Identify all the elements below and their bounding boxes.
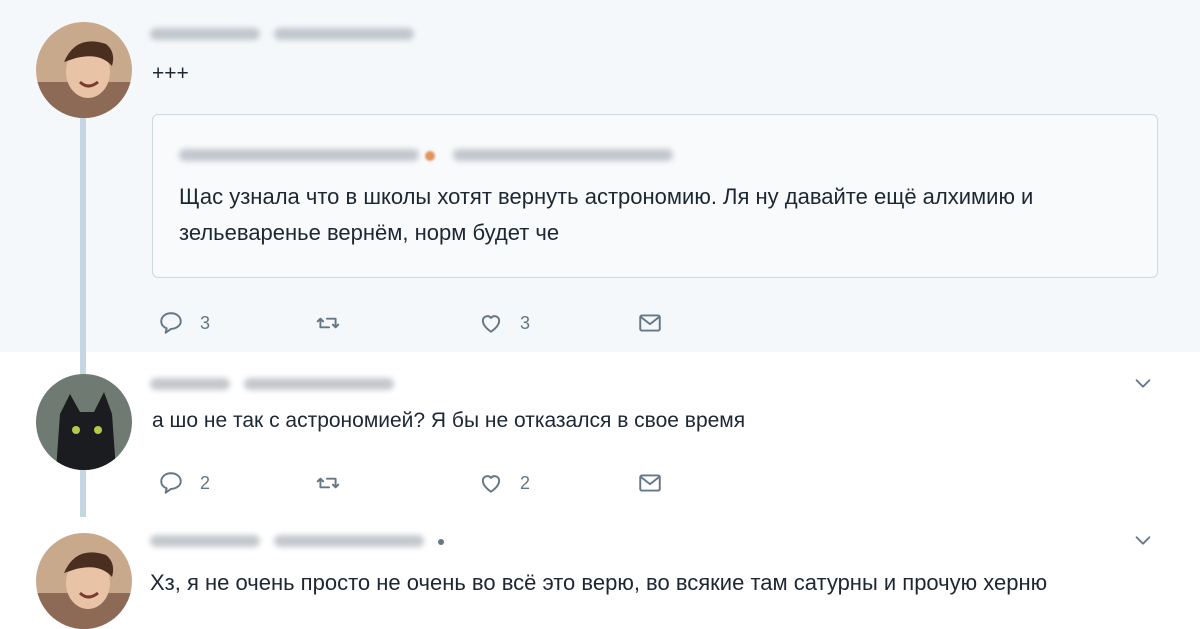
retweet-icon	[316, 317, 340, 329]
quoted-username-blurred	[179, 149, 419, 161]
emoji-icon	[425, 151, 435, 161]
tweet-text: Хз, я не очень просто не очень во всё эт…	[150, 570, 1048, 595]
envelope-icon	[639, 474, 661, 492]
chevron-down-icon[interactable]	[1132, 372, 1154, 394]
like-count: 3	[520, 312, 531, 333]
retweet-button[interactable]	[315, 310, 341, 336]
tweet-3[interactable]: Хз, я не очень просто не очень во всё эт…	[0, 517, 1200, 629]
username-blurred[interactable]	[150, 28, 260, 40]
handle-blurred[interactable]	[244, 378, 394, 390]
reply-icon	[160, 472, 182, 494]
reply-count: 2	[200, 472, 211, 493]
reply-button[interactable]: 2	[158, 470, 210, 496]
like-button[interactable]: 2	[478, 470, 530, 496]
quoted-tweet[interactable]: Щас узнала что в школы хотят вернуть аст…	[152, 114, 1158, 278]
quoted-handle-blurred	[453, 149, 673, 161]
retweet-icon	[316, 477, 340, 489]
avatar[interactable]	[36, 374, 132, 470]
retweet-button[interactable]	[315, 470, 341, 496]
reply-button[interactable]: 3	[158, 310, 210, 336]
dm-button[interactable]	[637, 310, 663, 336]
tweet-text: +++	[152, 62, 189, 85]
handle-blurred[interactable]	[274, 28, 414, 40]
thread-line	[80, 112, 86, 352]
tweet-text: а шо не так с астрономией? Я бы не отказ…	[152, 409, 746, 432]
separator-dot	[438, 539, 444, 545]
reply-count: 3	[200, 312, 211, 333]
heart-icon	[481, 475, 501, 493]
like-count: 2	[520, 472, 531, 493]
username-blurred[interactable]	[150, 535, 260, 547]
tweet-2[interactable]: а шо не так с астрономией? Я бы не отказ…	[0, 352, 1200, 517]
quoted-tweet-text: Щас узнала что в школы хотят вернуть аст…	[179, 184, 1034, 245]
reply-icon	[160, 312, 182, 334]
like-button[interactable]: 3	[478, 310, 530, 336]
dm-button[interactable]	[637, 470, 663, 496]
avatar[interactable]	[36, 22, 132, 118]
tweet-1[interactable]: +++ Щас узнала что в школы хотят вернуть…	[0, 0, 1200, 352]
username-blurred[interactable]	[150, 378, 230, 390]
heart-icon	[481, 315, 501, 333]
thread-line	[80, 462, 86, 517]
handle-blurred[interactable]	[274, 535, 424, 547]
chevron-down-icon[interactable]	[1132, 529, 1154, 551]
avatar[interactable]	[36, 533, 132, 629]
envelope-icon	[639, 314, 661, 332]
